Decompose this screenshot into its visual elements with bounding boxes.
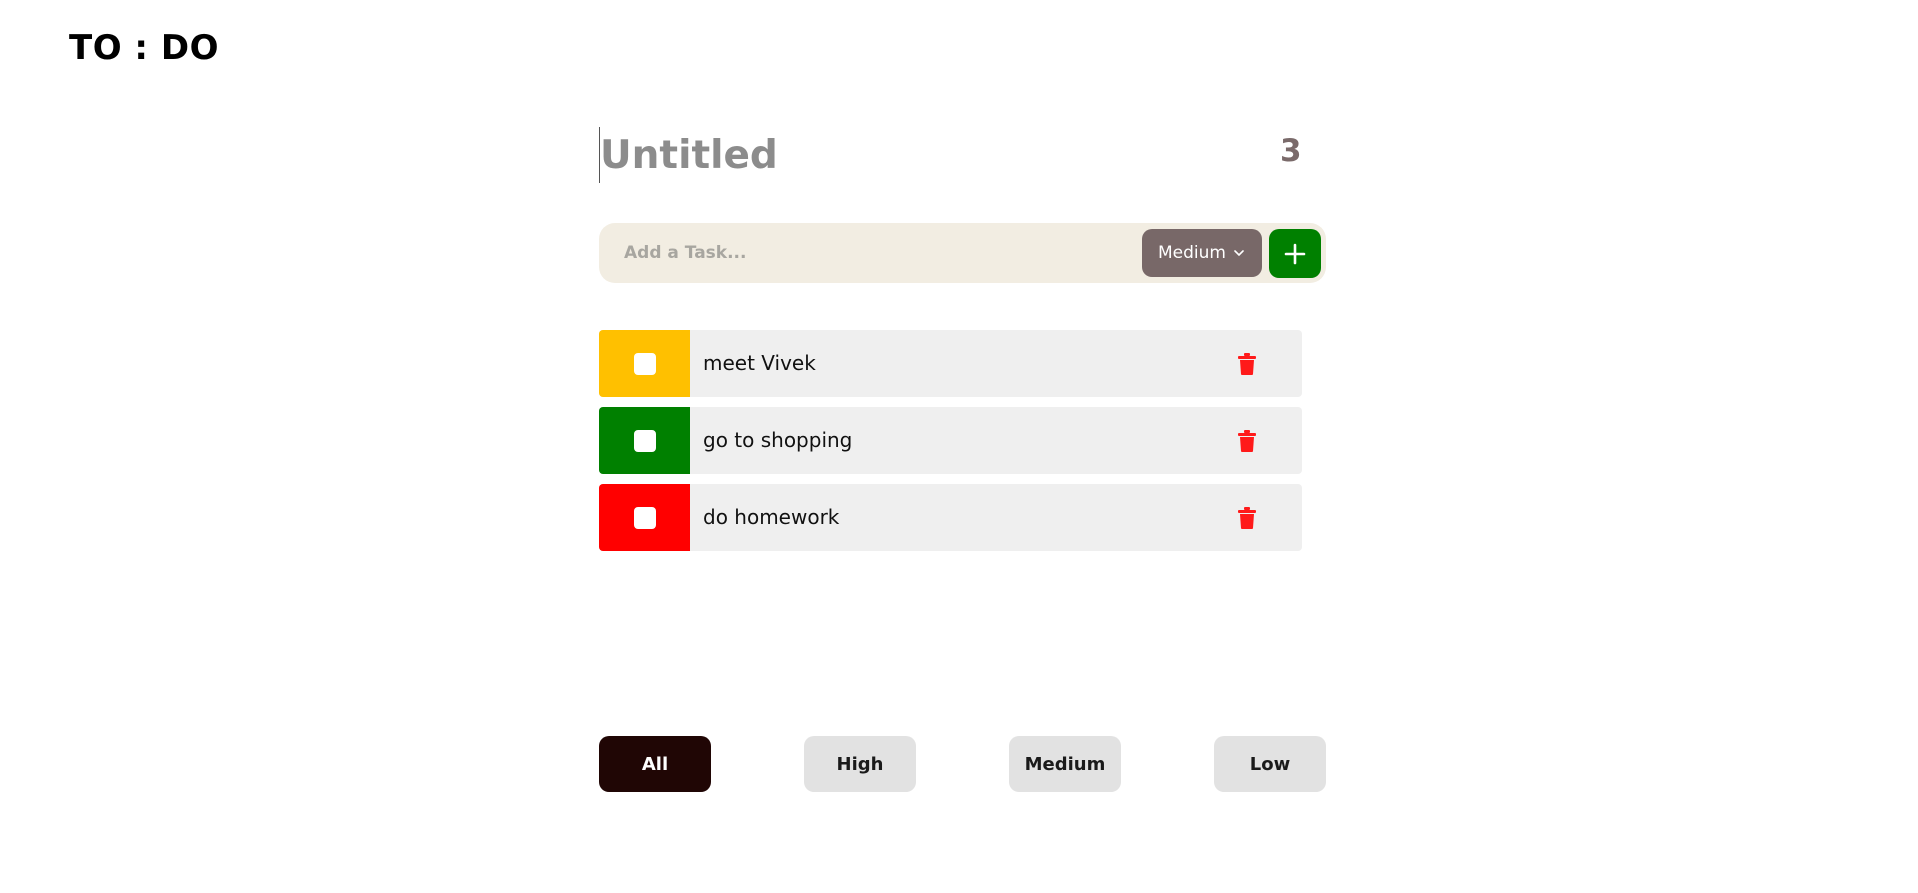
task-checkbox[interactable] — [633, 506, 656, 529]
trash-icon[interactable] — [1238, 430, 1256, 452]
list-title-input[interactable] — [599, 127, 1200, 183]
task-checkbox[interactable] — [633, 429, 656, 452]
task-item: do homework — [599, 484, 1302, 551]
task-checkbox[interactable] — [633, 352, 656, 375]
title-row: 3 — [599, 120, 1326, 190]
task-text: meet Vivek — [703, 351, 816, 375]
trash-icon[interactable] — [1238, 353, 1256, 375]
task-text: do homework — [703, 505, 840, 529]
filter-all-button[interactable]: All — [599, 736, 711, 792]
add-task-input[interactable] — [599, 223, 1139, 283]
app-logo: TO : DO — [69, 28, 219, 68]
chevron-down-icon — [1234, 250, 1244, 256]
filter-bar: All High Medium Low — [599, 736, 1326, 792]
task-item: meet Vivek — [599, 330, 1302, 397]
filter-high-button[interactable]: High — [804, 736, 916, 792]
priority-indicator-low — [599, 407, 690, 474]
task-list: meet Vivek go to shopping do homework — [599, 330, 1302, 561]
task-count: 3 — [1280, 133, 1302, 169]
add-task-button[interactable] — [1269, 229, 1321, 278]
priority-indicator-high — [599, 484, 690, 551]
filter-low-button[interactable]: Low — [1214, 736, 1326, 792]
add-task-bar: Medium — [599, 223, 1326, 283]
task-text: go to shopping — [703, 428, 853, 452]
filter-medium-button[interactable]: Medium — [1009, 736, 1121, 792]
priority-indicator-medium — [599, 330, 690, 397]
priority-select[interactable]: Medium — [1142, 229, 1262, 277]
plus-icon — [1284, 243, 1306, 264]
trash-icon[interactable] — [1238, 507, 1256, 529]
task-item: go to shopping — [599, 407, 1302, 474]
priority-select-value: Medium — [1158, 243, 1226, 263]
todo-panel: 3 Medium meet Vivek — [599, 120, 1326, 792]
